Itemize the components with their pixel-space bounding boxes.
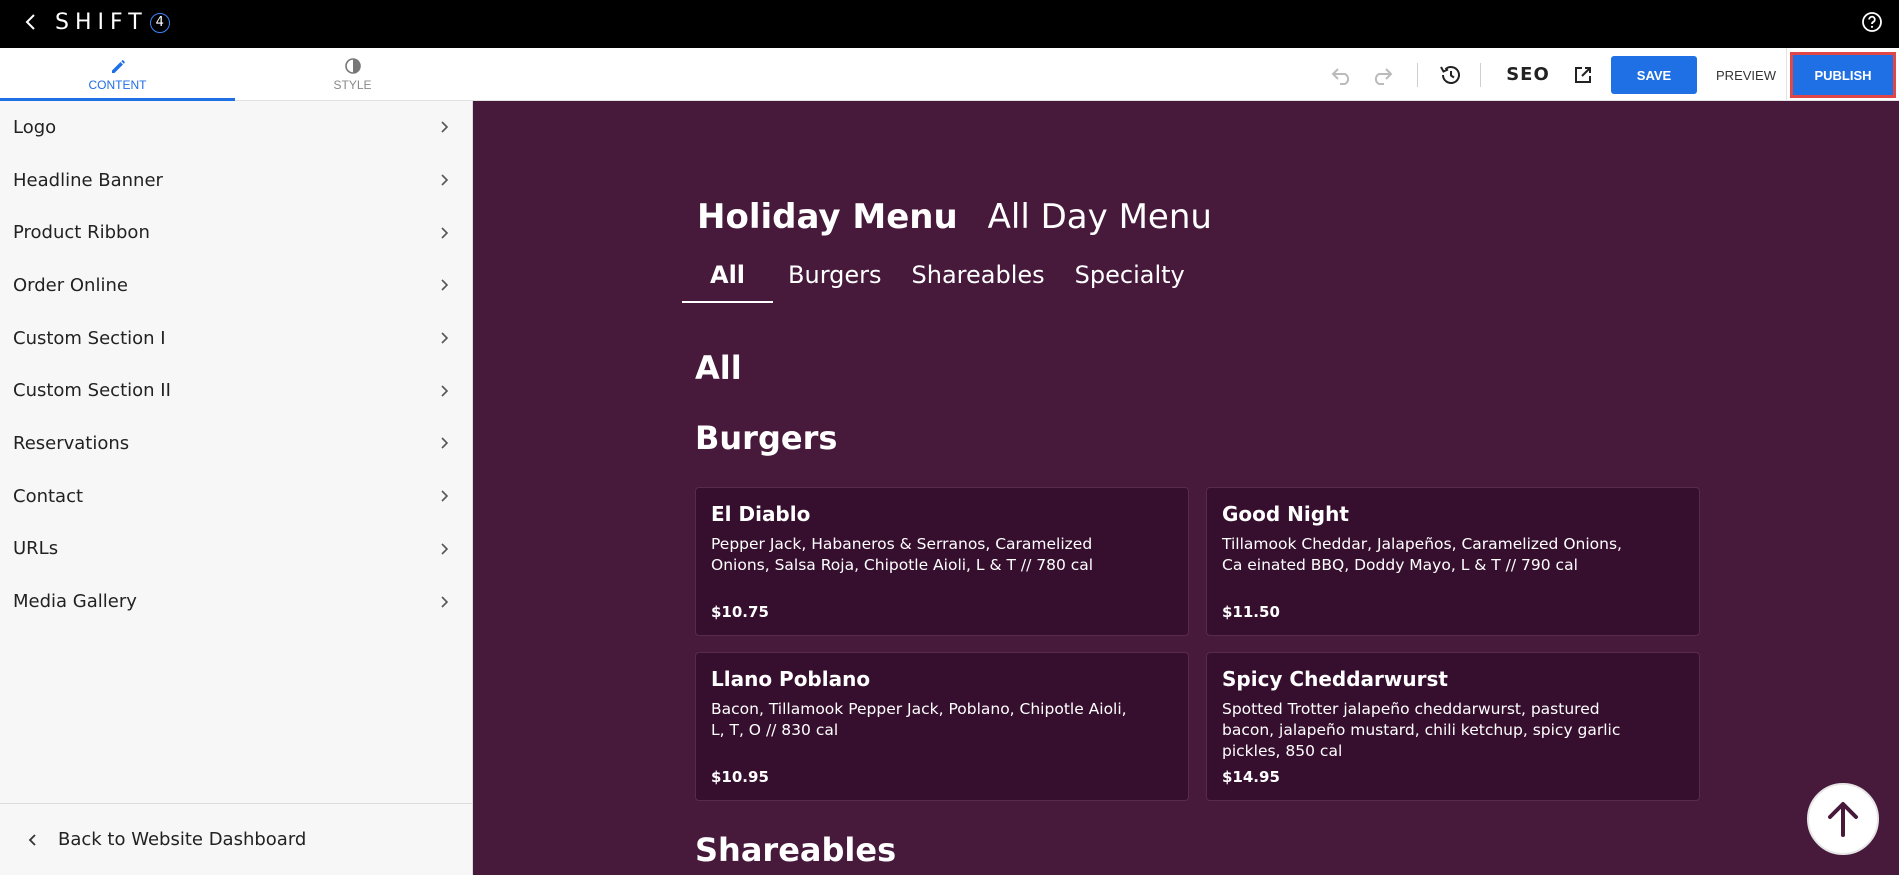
chevron-right-icon xyxy=(441,279,449,291)
section-heading-all: All xyxy=(695,349,742,387)
sidebar-item-custom-section-2[interactable]: Custom Section II xyxy=(0,364,472,417)
menu-item-name: Spicy Cheddarwurst xyxy=(1222,667,1448,691)
brand-text: SHIFT xyxy=(55,10,148,35)
back-arrow-icon[interactable] xyxy=(20,10,40,34)
category-tab-shareables[interactable]: Shareables xyxy=(897,261,1060,303)
publish-button[interactable]: PUBLISH xyxy=(1790,52,1896,98)
section-list: Logo Headline Banner Product Ribbon Orde… xyxy=(0,101,472,628)
menu-item-description: Bacon, Tillamook Pepper Jack, Poblano, C… xyxy=(711,700,1127,739)
section-heading-burgers: Burgers xyxy=(695,419,838,457)
site-preview: Holiday Menu All Day Menu All Burgers Sh… xyxy=(473,101,1899,875)
sidebar-item-label: Custom Section II xyxy=(13,380,171,402)
sidebar: Logo Headline Banner Product Ribbon Orde… xyxy=(0,101,473,875)
sidebar-item-label: URLs xyxy=(13,538,59,560)
menu-item-description: Tillamook Cheddar, Jalapeños, Caramelize… xyxy=(1222,535,1622,574)
sidebar-tabs: CONTENT STYLE xyxy=(0,48,473,101)
sidebar-item-label: Product Ribbon xyxy=(13,222,150,244)
menu-item-description: Spotted Trotter jalapeño cheddarwurst, p… xyxy=(1222,700,1621,760)
open-external-icon[interactable] xyxy=(1570,48,1596,101)
sidebar-item-label: Reservations xyxy=(13,432,130,454)
brand-logo: SHIFT 4 xyxy=(55,10,170,35)
menu-tabs: Holiday Menu All Day Menu xyxy=(697,197,1212,237)
menu-item-card[interactable]: Llano Poblano Bacon, Tillamook Pepper Ja… xyxy=(695,652,1189,801)
contrast-icon xyxy=(344,58,361,74)
chevron-right-icon xyxy=(441,543,449,555)
tab-content-label: CONTENT xyxy=(88,78,147,92)
chevron-right-icon xyxy=(441,332,449,344)
menu-item-name: El Diablo xyxy=(711,502,811,526)
editor-toolbar: SEO SAVE PREVIEW PUBLISH xyxy=(473,48,1899,101)
toolbar-divider xyxy=(1480,63,1481,87)
help-icon[interactable] xyxy=(1861,11,1883,33)
chevron-right-icon xyxy=(441,227,449,239)
sidebar-item-order-online[interactable]: Order Online xyxy=(0,259,472,312)
menu-item-card[interactable]: Spicy Cheddarwurst Spotted Trotter jalap… xyxy=(1206,652,1700,801)
chevron-right-icon xyxy=(441,595,449,608)
chevron-left-icon xyxy=(28,833,36,846)
menu-tab-all-day[interactable]: All Day Menu xyxy=(988,197,1212,237)
sidebar-item-label: Custom Section I xyxy=(13,327,166,349)
category-tabs: All Burgers Shareables Specialty xyxy=(682,261,1200,303)
seo-button[interactable]: SEO xyxy=(1503,48,1553,101)
scroll-to-top-button[interactable] xyxy=(1807,783,1879,855)
menu-tab-holiday[interactable]: Holiday Menu xyxy=(697,197,958,237)
brand-mark: 4 xyxy=(149,12,170,33)
tab-style-label: STYLE xyxy=(333,78,372,92)
sidebar-item-headline-banner[interactable]: Headline Banner xyxy=(0,154,472,207)
sidebar-item-label: Headline Banner xyxy=(13,169,163,191)
sidebar-item-logo[interactable]: Logo xyxy=(0,101,472,154)
arrow-up-icon xyxy=(1828,802,1858,837)
chevron-right-icon xyxy=(441,490,449,502)
menu-item-price: $11.50 xyxy=(1222,603,1280,621)
chevron-right-icon xyxy=(441,174,449,186)
undo-icon[interactable] xyxy=(1328,48,1358,101)
menu-item-name: Good Night xyxy=(1222,502,1349,526)
chevron-right-icon xyxy=(441,437,449,450)
category-tab-burgers[interactable]: Burgers xyxy=(773,261,897,303)
menu-item-price: $10.75 xyxy=(711,603,769,621)
menu-item-price: $14.95 xyxy=(1222,768,1280,786)
menu-item-card[interactable]: El Diablo Pepper Jack, Habaneros & Serra… xyxy=(695,487,1189,636)
preview-button[interactable]: PREVIEW xyxy=(1707,56,1785,94)
sidebar-item-label: Logo xyxy=(13,116,57,138)
menu-item-price: $10.95 xyxy=(711,768,769,786)
redo-icon[interactable] xyxy=(1366,48,1396,101)
sidebar-item-label: Order Online xyxy=(13,274,128,296)
sidebar-item-label: Contact xyxy=(13,485,84,507)
tab-content[interactable]: CONTENT xyxy=(0,48,235,101)
back-to-dashboard-link[interactable]: Back to Website Dashboard xyxy=(0,803,472,875)
chevron-right-icon xyxy=(441,385,449,397)
sidebar-item-media-gallery[interactable]: Media Gallery xyxy=(0,575,472,628)
category-tab-all[interactable]: All xyxy=(682,261,774,303)
pencil-icon xyxy=(111,60,125,73)
chevron-right-icon xyxy=(441,121,449,133)
sidebar-item-urls[interactable]: URLs xyxy=(0,523,472,576)
history-icon[interactable] xyxy=(1436,48,1466,101)
sidebar-item-label: Media Gallery xyxy=(13,591,137,613)
sidebar-item-custom-section-1[interactable]: Custom Section I xyxy=(0,312,472,365)
back-to-dashboard-label: Back to Website Dashboard xyxy=(58,829,307,850)
menu-item-card[interactable]: Good Night Tillamook Cheddar, Jalapeños,… xyxy=(1206,487,1700,636)
menu-item-description: Pepper Jack, Habaneros & Serranos, Caram… xyxy=(711,535,1094,574)
toolbar-divider xyxy=(1417,63,1418,87)
tab-style[interactable]: STYLE xyxy=(235,48,470,101)
section-heading-shareables: Shareables xyxy=(695,831,897,869)
sidebar-item-contact[interactable]: Contact xyxy=(0,470,472,523)
toolbar-divider xyxy=(1786,48,1787,101)
top-bar: SHIFT 4 xyxy=(0,0,1899,48)
sidebar-item-product-ribbon[interactable]: Product Ribbon xyxy=(0,206,472,259)
category-tab-specialty[interactable]: Specialty xyxy=(1060,261,1200,303)
sidebar-item-reservations[interactable]: Reservations xyxy=(0,417,472,470)
menu-item-name: Llano Poblano xyxy=(711,667,871,691)
save-button[interactable]: SAVE xyxy=(1611,56,1697,94)
